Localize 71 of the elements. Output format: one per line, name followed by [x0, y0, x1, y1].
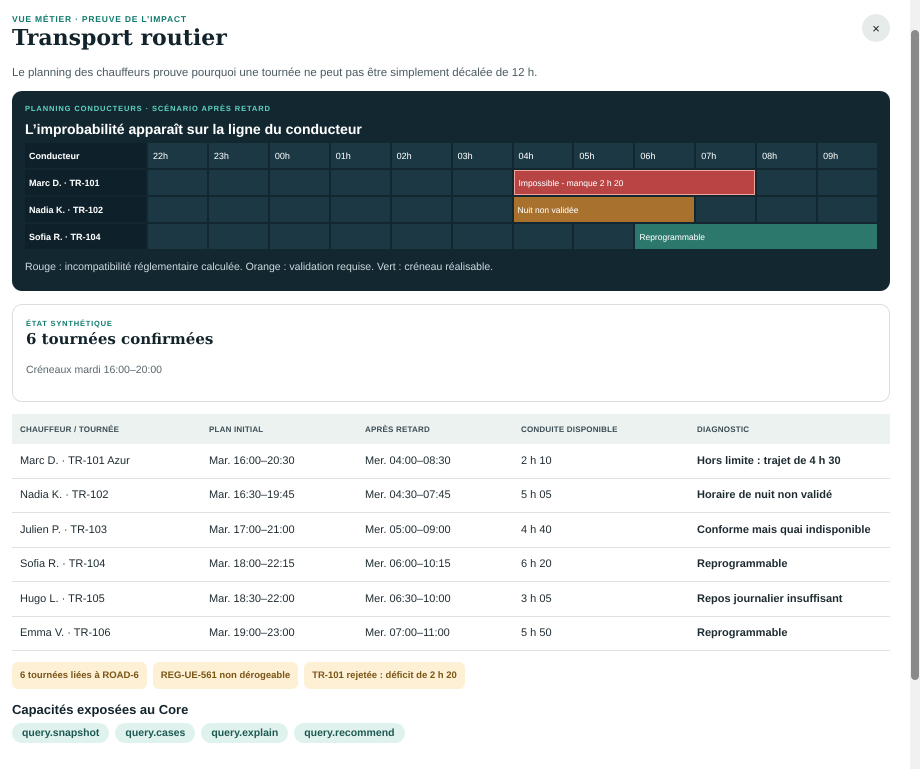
- diagnostic-cell: Hors limite : trajet de 4 h 30: [689, 444, 890, 478]
- page-title: Transport routier: [12, 25, 227, 51]
- table-cell: Julien P. · TR-103: [12, 512, 201, 547]
- table-cell: Mar. 17:00–21:00: [201, 512, 357, 547]
- diagnostic-cell: Conforme mais quai indisponible: [689, 512, 890, 547]
- table-cell: Mer. 06:00–10:15: [357, 547, 513, 582]
- table-cell: Mar. 19:00–23:00: [201, 616, 357, 650]
- hour-header: 09h: [818, 143, 877, 168]
- table-cell: Mer. 06:30–10:00: [357, 582, 513, 616]
- schedule-bar: Reprogrammable: [635, 224, 877, 249]
- hour-header: 07h: [696, 143, 756, 168]
- eyebrow-label: VUE MÉTIER · PREUVE DE L’IMPACT: [12, 14, 188, 24]
- close-button[interactable]: ×: [862, 14, 890, 42]
- diagnostic-cell: Reprogrammable: [689, 616, 890, 650]
- warning-tag: TR-101 rejetée : déficit de 2 h 20: [304, 662, 465, 689]
- legend-text: Rouge : incompatibilité réglementaire calculée. Orange : validation requise. Vert : créneau réalisable.: [25, 261, 494, 273]
- table-cell: Mer. 05:00–09:00: [357, 512, 513, 547]
- column-header: PLAN INITIAL: [201, 414, 357, 444]
- table-cell: Emma V. · TR-106: [12, 616, 201, 650]
- table-cell: Mer. 07:00–11:00: [357, 616, 513, 650]
- hour-header: 22h: [148, 143, 207, 168]
- hour-header: 03h: [452, 143, 512, 168]
- diagnostic-cell: Reprogrammable: [689, 547, 890, 582]
- table-cell: Mar. 18:30–22:00: [201, 582, 357, 616]
- schedule-bar: Nuit non validée: [514, 197, 694, 222]
- capability-chip: query.cases: [115, 723, 196, 743]
- summary-subtitle: Créneaux mardi 16:00–20:00: [26, 364, 164, 376]
- driver-label: Marc D. · TR-101: [25, 170, 146, 195]
- warning-tag: REG-UE-561 non dérogeable: [152, 662, 298, 689]
- hour-header: 23h: [208, 143, 268, 168]
- hour-header: 05h: [574, 143, 634, 168]
- column-header: CONDUITE DISPONIBLE: [513, 414, 689, 444]
- column-header: DIAGNOSTIC: [689, 414, 890, 444]
- table-cell: 5 h 50: [513, 616, 689, 650]
- scrollbar[interactable]: [910, 0, 920, 769]
- table-cell: 4 h 40: [513, 512, 689, 547]
- table-cell: Sofia R. · TR-104: [12, 547, 201, 582]
- table-cell: Mar. 18:00–22:15: [201, 547, 357, 582]
- table-cell: Hugo L. · TR-105: [12, 582, 201, 616]
- section-title: Capacités exposées au Core: [12, 702, 190, 717]
- driver-label: Nadia K. · TR-102: [25, 197, 146, 222]
- diagnostic-cell: Horaire de nuit non validé: [689, 478, 890, 512]
- hour-header: 02h: [392, 143, 451, 168]
- hour-header: 04h: [514, 143, 572, 168]
- driver-label: Sofia R. · TR-104: [25, 224, 146, 249]
- table-cell: Mar. 16:30–19:45: [201, 478, 357, 512]
- capability-chip: query.explain: [201, 723, 288, 743]
- table-cell: 3 h 05: [513, 582, 689, 616]
- table-cell: Mer. 04:30–07:45: [357, 478, 513, 512]
- table-cell: 5 h 05: [513, 478, 689, 512]
- page-description: Le planning des chauffeurs prouve pourquoi une tournée ne peut pas être simplement décalée de 12 h.: [12, 67, 538, 79]
- summary-title: 6 tournées confirmées: [26, 330, 214, 348]
- table-cell: Marc D. · TR-101 Azur: [12, 444, 201, 478]
- panel-title: L’improbabilité apparaît sur la ligne du conducteur: [25, 121, 363, 137]
- table-cell: Mer. 04:00–08:30: [357, 444, 513, 478]
- column-header: Conducteur: [25, 143, 146, 168]
- capability-chip: query.snapshot: [12, 723, 110, 743]
- schedule-bar: Impossible - manque 2 h 20: [514, 170, 756, 195]
- hour-header: 06h: [635, 143, 694, 168]
- table-cell: Mar. 16:00–20:30: [201, 444, 357, 478]
- capability-chip: query.recommend: [294, 723, 405, 743]
- column-header: CHAUFFEUR / TOURNÉE: [12, 414, 201, 444]
- warning-tag: 6 tournées liées à ROAD-6: [12, 662, 147, 689]
- hour-header: 08h: [757, 143, 816, 168]
- table-cell: 2 h 10: [513, 444, 689, 478]
- hour-header: 01h: [330, 143, 390, 168]
- diagnostic-cell: Repos journalier insuffisant: [689, 582, 890, 616]
- hour-header: 00h: [270, 143, 329, 168]
- table-cell: Nadia K. · TR-102: [12, 478, 201, 512]
- table-cell: 6 h 20: [513, 547, 689, 582]
- column-header: APRÈS RETARD: [357, 414, 513, 444]
